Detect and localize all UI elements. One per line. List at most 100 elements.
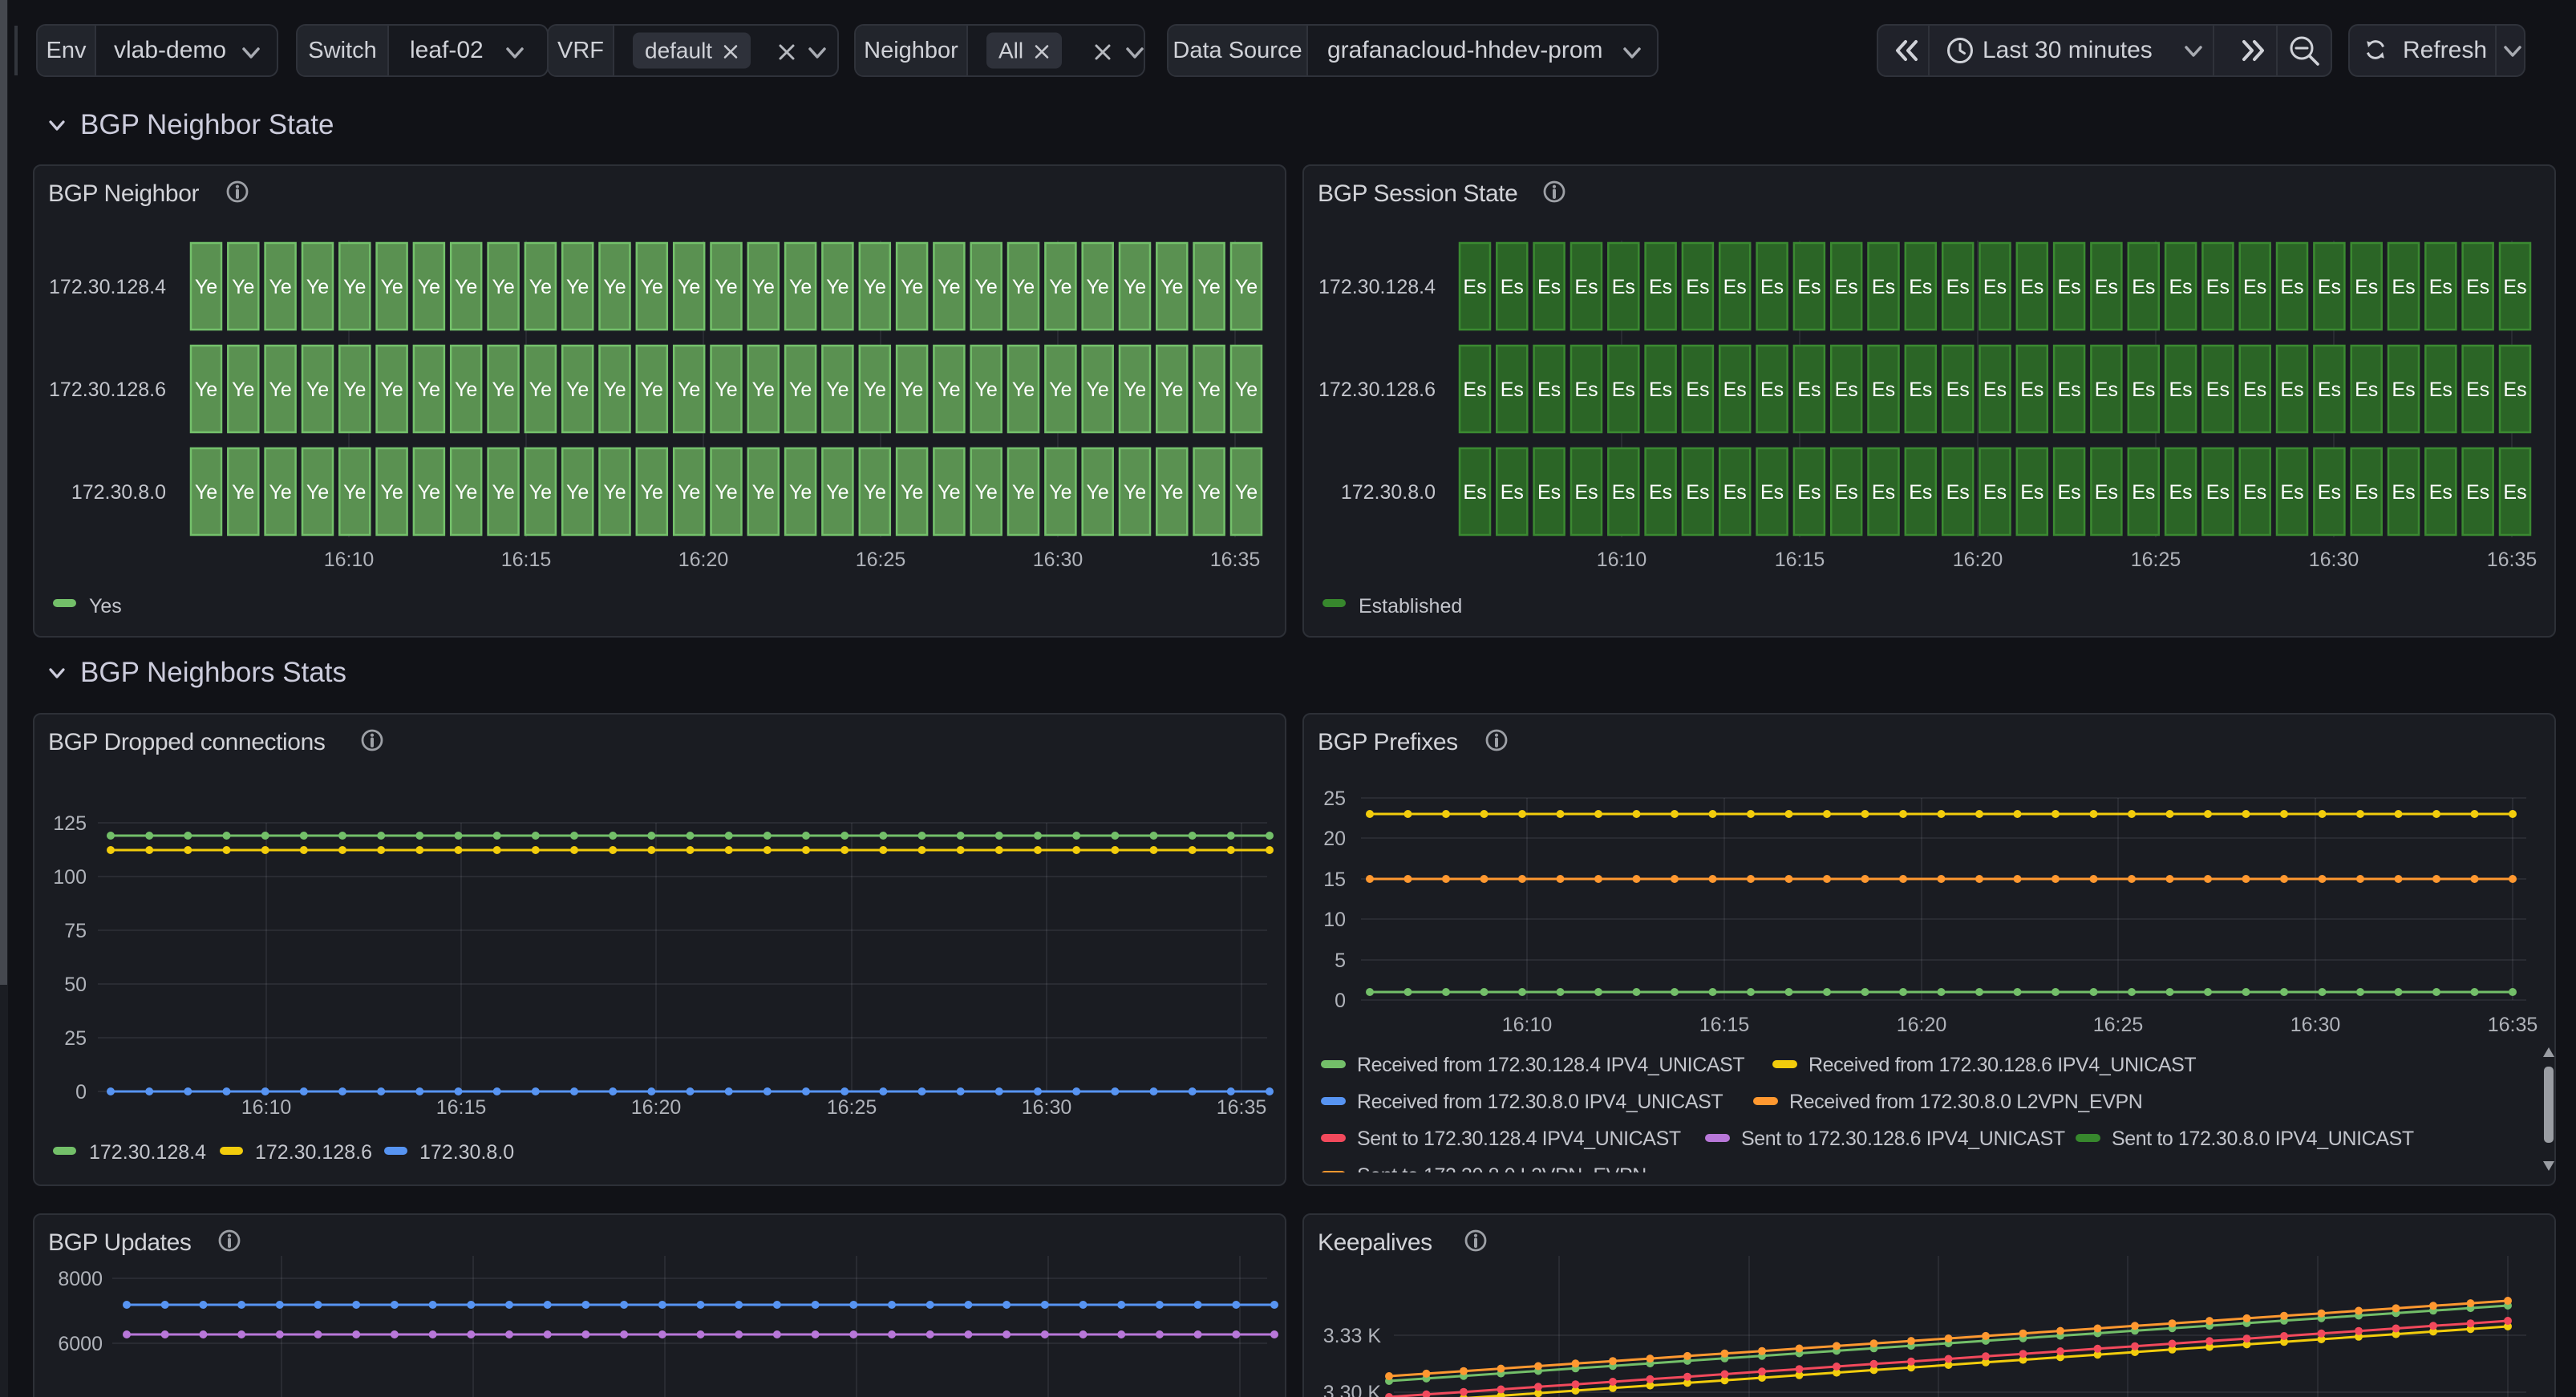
svg-text:16:10: 16:10 [1502, 1014, 1553, 1036]
svg-text:Ye: Ye [715, 276, 737, 298]
svg-text:Es: Es [1537, 276, 1561, 298]
svg-text:Ye: Ye [901, 379, 923, 401]
svg-text:Es: Es [1723, 276, 1747, 298]
svg-text:Sent to 172.30.128.4 IPV4_UNIC: Sent to 172.30.128.4 IPV4_UNICAST [1357, 1128, 1681, 1150]
svg-text:Es: Es [1835, 481, 1858, 504]
svg-text:Ye: Ye [603, 481, 626, 504]
svg-text:Ye: Ye [975, 481, 998, 504]
svg-text:Ye: Ye [1012, 481, 1035, 504]
svg-text:Es: Es [1686, 379, 1709, 401]
svg-text:Es: Es [2392, 276, 2415, 298]
svg-text:Ye: Ye [455, 481, 477, 504]
svg-text:16:10: 16:10 [324, 549, 375, 571]
svg-text:Es: Es [2392, 481, 2415, 504]
svg-text:Ye: Ye [195, 379, 217, 401]
svg-text:Ye: Ye [1235, 379, 1258, 401]
svg-text:Es: Es [1835, 379, 1858, 401]
svg-text:Ye: Ye [1049, 379, 1071, 401]
svg-text:Ye: Ye [864, 379, 886, 401]
svg-text:Es: Es [2503, 481, 2526, 504]
svg-text:16:15: 16:15 [1699, 1014, 1750, 1036]
svg-text:16:10: 16:10 [241, 1096, 292, 1119]
svg-text:Es: Es [1537, 481, 1561, 504]
svg-text:Es: Es [2466, 481, 2489, 504]
svg-text:Es: Es [1909, 276, 1932, 298]
svg-text:Es: Es [1760, 276, 1784, 298]
svg-text:16:20: 16:20 [631, 1096, 682, 1119]
svg-text:16:35: 16:35 [1217, 1096, 1267, 1119]
svg-text:Ye: Ye [901, 481, 923, 504]
svg-text:Ye: Ye [678, 481, 700, 504]
svg-text:Received from 172.30.128.4 IPV: Received from 172.30.128.4 IPV4_UNICAST [1357, 1054, 1744, 1076]
svg-text:16:35: 16:35 [2488, 1014, 2538, 1036]
svg-text:Ye: Ye [678, 276, 700, 298]
svg-text:Es: Es [1463, 276, 1486, 298]
svg-text:Es: Es [1501, 481, 1524, 504]
svg-text:Es: Es [2355, 379, 2378, 401]
svg-text:Es: Es [2020, 276, 2043, 298]
svg-text:Es: Es [2206, 276, 2230, 298]
svg-text:Ye: Ye [826, 481, 849, 504]
svg-text:Ye: Ye [1160, 276, 1183, 298]
svg-text:16:20: 16:20 [1897, 1014, 1947, 1036]
svg-text:Ye: Ye [343, 379, 366, 401]
svg-text:Ye: Ye [975, 276, 998, 298]
svg-text:Ye: Ye [1124, 481, 1146, 504]
svg-text:Es: Es [1612, 276, 1635, 298]
svg-text:Ye: Ye [269, 379, 291, 401]
svg-text:Ye: Ye [380, 276, 403, 298]
svg-text:16:25: 16:25 [2093, 1014, 2144, 1036]
svg-text:Es: Es [1649, 481, 1672, 504]
svg-text:Ye: Ye [641, 379, 663, 401]
svg-text:Ye: Ye [232, 481, 254, 504]
svg-text:Ye: Ye [269, 276, 291, 298]
svg-text:16:30: 16:30 [2309, 549, 2359, 571]
svg-text:Ye: Ye [1012, 379, 1035, 401]
svg-text:Sent to 172.30.128.6 IPV4_UNIC: Sent to 172.30.128.6 IPV4_UNICAST [1741, 1128, 2065, 1150]
svg-text:Ye: Ye [492, 276, 514, 298]
svg-text:16:15: 16:15 [436, 1096, 487, 1119]
svg-text:Es: Es [2132, 276, 2155, 298]
svg-text:Ye: Ye [418, 379, 440, 401]
svg-text:Ye: Ye [752, 379, 775, 401]
svg-text:Ye: Ye [826, 379, 849, 401]
svg-text:25: 25 [64, 1027, 87, 1050]
svg-text:Ye: Ye [938, 276, 960, 298]
svg-text:3.33 K: 3.33 K [1323, 1325, 1382, 1347]
svg-text:Ye: Ye [195, 276, 217, 298]
svg-text:Ye: Ye [566, 379, 589, 401]
svg-text:Ye: Ye [641, 481, 663, 504]
svg-text:Es: Es [2095, 276, 2118, 298]
svg-text:Ye: Ye [826, 276, 849, 298]
svg-text:Ye: Ye [380, 379, 403, 401]
svg-text:Es: Es [2206, 379, 2230, 401]
svg-text:Ye: Ye [715, 481, 737, 504]
svg-text:15: 15 [1323, 869, 1346, 891]
svg-text:Es: Es [1537, 379, 1561, 401]
svg-text:Ye: Ye [492, 481, 514, 504]
svg-text:Ye: Ye [975, 379, 998, 401]
svg-text:Ye: Ye [1235, 481, 1258, 504]
svg-text:Ye: Ye [566, 276, 589, 298]
svg-text:Received from 172.30.8.0 IPV4_: Received from 172.30.8.0 IPV4_UNICAST [1357, 1091, 1723, 1113]
svg-text:Es: Es [2132, 481, 2155, 504]
svg-text:Es: Es [1946, 276, 1970, 298]
svg-text:Ye: Ye [1160, 481, 1183, 504]
svg-text:100: 100 [53, 866, 87, 889]
svg-text:Sent to 172.30.8.0 L2VPN_EVPN: Sent to 172.30.8.0 L2VPN_EVPN [1357, 1164, 1646, 1172]
svg-text:Es: Es [1501, 379, 1524, 401]
svg-text:Ye: Ye [455, 276, 477, 298]
svg-text:Es: Es [2355, 481, 2378, 504]
svg-text:Es: Es [1946, 379, 1970, 401]
svg-text:16:15: 16:15 [501, 549, 552, 571]
svg-text:Ye: Ye [418, 276, 440, 298]
svg-text:Es: Es [1835, 276, 1858, 298]
svg-text:Es: Es [2503, 276, 2526, 298]
svg-text:Ye: Ye [343, 276, 366, 298]
svg-text:Es: Es [1797, 481, 1821, 504]
svg-text:Ye: Ye [1087, 481, 1109, 504]
svg-text:Es: Es [2058, 481, 2081, 504]
svg-text:Ye: Ye [380, 481, 403, 504]
svg-text:Es: Es [2503, 379, 2526, 401]
svg-text:Es: Es [1760, 379, 1784, 401]
